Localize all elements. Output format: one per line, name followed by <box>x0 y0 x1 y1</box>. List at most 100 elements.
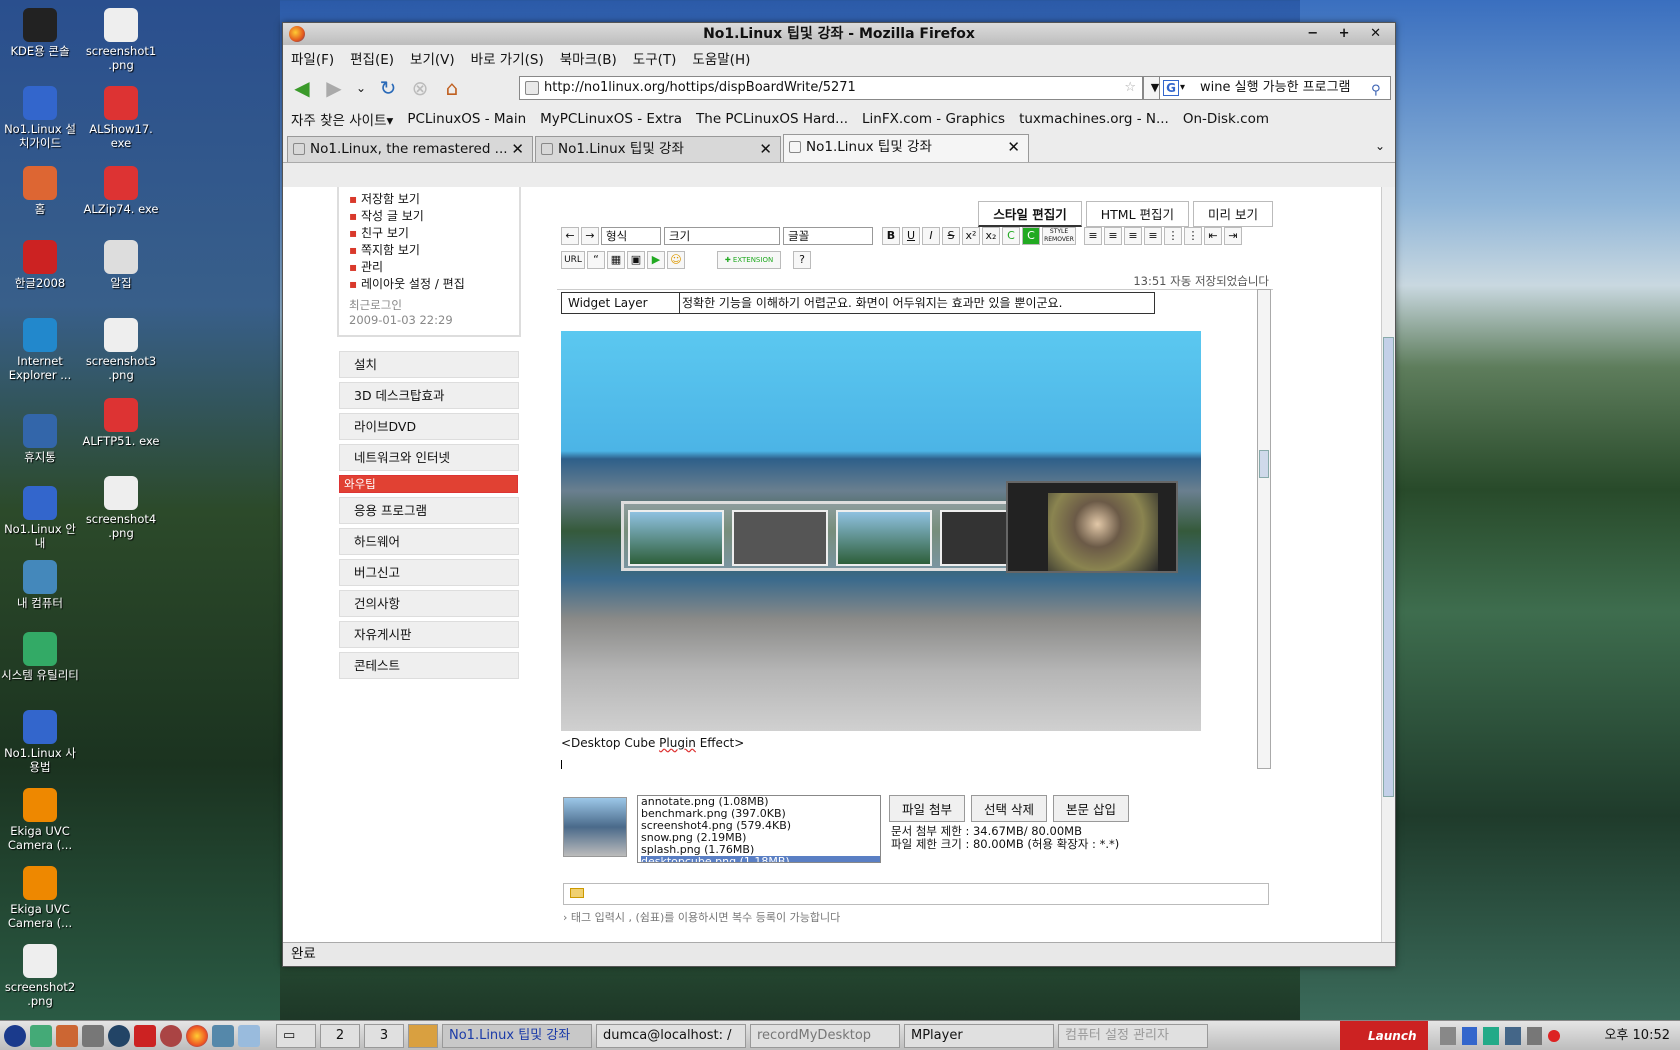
desktop-icon[interactable]: screenshot1 .png <box>81 8 161 72</box>
task-firefox[interactable]: No1.Linux 팁및 강좌 <box>442 1023 592 1048</box>
quote-icon[interactable]: “ <box>587 251 605 269</box>
bookmark-item[interactable]: PCLinuxOS - Main <box>407 111 526 127</box>
unordered-list-icon[interactable]: ⋮ <box>1184 227 1202 245</box>
underline-icon[interactable]: U <box>902 227 920 245</box>
sidebar-category[interactable]: 응용 프로그램 <box>339 497 519 524</box>
tray-icon[interactable] <box>1526 1027 1543 1045</box>
tab-style-editor[interactable]: 스타일 편집기 <box>978 201 1082 227</box>
menu-file[interactable]: 파일(F) <box>291 48 334 68</box>
desktop-icon[interactable]: No1.Linux 사용법 <box>0 710 80 774</box>
tag-input[interactable] <box>563 883 1269 905</box>
format-select[interactable]: 형식 <box>601 227 661 245</box>
desktop-icon[interactable]: 한글2008 <box>0 240 80 290</box>
bold-icon[interactable]: B <box>882 227 900 245</box>
close-tab-icon[interactable]: ✕ <box>511 137 524 161</box>
align-right-icon[interactable]: ≡ <box>1124 227 1142 245</box>
desktop-icon[interactable]: KDE용 콘솔 <box>0 8 80 58</box>
reload-icon[interactable]: ↻ <box>375 75 401 101</box>
file-list-item[interactable]: desktopcube.png (1.18MB) <box>641 856 880 862</box>
close-tab-icon[interactable]: ✕ <box>759 137 772 161</box>
undo-icon[interactable]: ← <box>561 227 579 245</box>
tab-2[interactable]: No1.Linux 팁및 강좌 ✕ <box>535 136 781 162</box>
subscript-icon[interactable]: x₂ <box>982 227 1000 245</box>
outdent-icon[interactable]: ⇤ <box>1204 227 1222 245</box>
editor-area[interactable]: Widget Layer 정확한 기능을 이해하기 어렵군요. 화면이 어두워지… <box>557 289 1273 769</box>
network-icon[interactable] <box>108 1024 130 1047</box>
pager-desktop-2[interactable]: 2 <box>320 1023 360 1048</box>
close-tab-icon[interactable]: ✕ <box>1007 135 1020 159</box>
sidebar-category[interactable]: 설치 <box>339 351 519 378</box>
menu-go[interactable]: 바로 가기(S) <box>471 48 544 68</box>
desktop-icon[interactable]: screenshot4 .png <box>81 476 161 540</box>
sidebar-category[interactable]: 3D 데스크탑효과 <box>339 382 519 409</box>
sidebar-category[interactable]: 네트워크와 인터넷 <box>339 444 519 471</box>
desktop-icon[interactable]: ALShow17. exe <box>81 86 161 150</box>
bg-color-icon[interactable]: C <box>1022 227 1040 245</box>
stop-icon[interactable]: ⊗ <box>407 75 433 101</box>
bookmark-item[interactable]: 자주 찾은 사이트▾ <box>291 109 393 129</box>
bookmark-item[interactable]: The PCLinuxOS Hard... <box>696 111 848 127</box>
page-scrollbar[interactable] <box>1381 187 1395 943</box>
ordered-list-icon[interactable]: ⋮ <box>1164 227 1182 245</box>
tab-html-editor[interactable]: HTML 편집기 <box>1085 201 1190 227</box>
desktop-icon[interactable]: ALZip74. exe <box>81 166 161 216</box>
google-icon[interactable]: G <box>1163 80 1179 96</box>
indent-icon[interactable]: ⇥ <box>1224 227 1242 245</box>
sidebar-link[interactable]: 작성 글 보기 <box>349 208 509 225</box>
desktop-icon[interactable]: 시스템 유틸리티 <box>0 632 80 682</box>
bookmark-item[interactable]: On-Disk.com <box>1183 111 1269 127</box>
align-justify-icon[interactable]: ≡ <box>1144 227 1162 245</box>
pager-desktop-3[interactable]: 3 <box>364 1023 404 1048</box>
sidebar-category[interactable]: 자유게시판 <box>339 621 519 648</box>
bookmark-item[interactable]: LinFX.com - Graphics <box>862 111 1005 127</box>
task-terminal[interactable]: dumca@localhost: / <box>596 1023 746 1048</box>
title-bar[interactable]: No1.Linux 팁및 강좌 - Mozilla Firefox − + ✕ <box>283 23 1395 45</box>
tab-preview[interactable]: 미리 보기 <box>1193 201 1273 227</box>
back-arrow-icon[interactable]: ◀ <box>289 75 315 101</box>
sidebar-category[interactable]: 콘테스트 <box>339 652 519 679</box>
tray-icon[interactable] <box>1440 1027 1456 1045</box>
desktop-icon[interactable]: 휴지통 <box>0 414 80 464</box>
hangul-icon[interactable] <box>134 1024 156 1047</box>
sidebar-category[interactable]: 와우팁 <box>339 475 518 493</box>
menu-help[interactable]: 도움말(H) <box>692 48 750 68</box>
update-icon[interactable] <box>160 1024 182 1047</box>
tab-list-chevron-icon[interactable]: ⌄ <box>1375 139 1385 153</box>
help-icon[interactable]: ? <box>793 251 811 269</box>
globe-icon[interactable] <box>212 1024 234 1047</box>
desktop-icon[interactable]: No1.Linux 설치가이드 <box>0 86 80 150</box>
sidebar-category[interactable]: 버그신고 <box>339 559 519 586</box>
scroll-thumb[interactable] <box>1383 337 1394 797</box>
desktop-icon[interactable]: 알집 <box>81 240 161 290</box>
menu-edit[interactable]: 편집(E) <box>350 48 394 68</box>
search-icon[interactable]: ⚲ <box>1371 80 1387 98</box>
record-icon[interactable] <box>1548 1030 1561 1042</box>
task-recordmydesktop[interactable]: recordMyDesktop <box>750 1023 900 1048</box>
extension-component-icon[interactable]: ✚ EXTENSION <box>717 251 781 269</box>
sidebar-link[interactable]: 레이아웃 설정 / 편집 <box>349 276 509 293</box>
tray-icon[interactable] <box>1483 1027 1499 1045</box>
menu-tools[interactable]: 도구(T) <box>633 48 677 68</box>
desktop-icon[interactable]: Ekiga UVC Camera (... <box>0 866 80 930</box>
desktop-icon[interactable]: ALFTP51. exe <box>81 398 161 448</box>
scroll-thumb[interactable] <box>1259 450 1269 478</box>
url-bar[interactable]: http://no1linux.org/hottips/dispBoardWri… <box>519 76 1143 100</box>
tab-1[interactable]: No1.Linux, the remastered ... ✕ <box>287 136 533 162</box>
bookmark-star-icon[interactable]: ☆ <box>1124 77 1136 99</box>
size-select[interactable]: 크기 <box>664 227 780 245</box>
desktop-icon[interactable]: Internet Explorer ... <box>0 318 80 382</box>
bookmark-item[interactable]: tuxmachines.org - N... <box>1019 111 1169 127</box>
window-controls[interactable]: − + ✕ <box>1307 23 1389 45</box>
launch-button[interactable]: Launch <box>1340 1021 1428 1050</box>
desktop-icon[interactable]: Ekiga UVC Camera (... <box>0 788 80 852</box>
home-folder-icon[interactable] <box>56 1024 78 1047</box>
text-color-icon[interactable]: C <box>1002 227 1020 245</box>
attach-file-button[interactable]: 파일 첨부 <box>889 795 965 822</box>
task-mplayer[interactable]: MPlayer <box>904 1023 1054 1048</box>
sidebar-category[interactable]: 하드웨어 <box>339 528 519 555</box>
tools-icon[interactable] <box>82 1024 104 1047</box>
firefox-icon[interactable] <box>186 1024 208 1047</box>
home-icon[interactable]: ⌂ <box>439 75 465 101</box>
menu-view[interactable]: 보기(V) <box>410 48 455 68</box>
strike-icon[interactable]: S <box>942 227 960 245</box>
